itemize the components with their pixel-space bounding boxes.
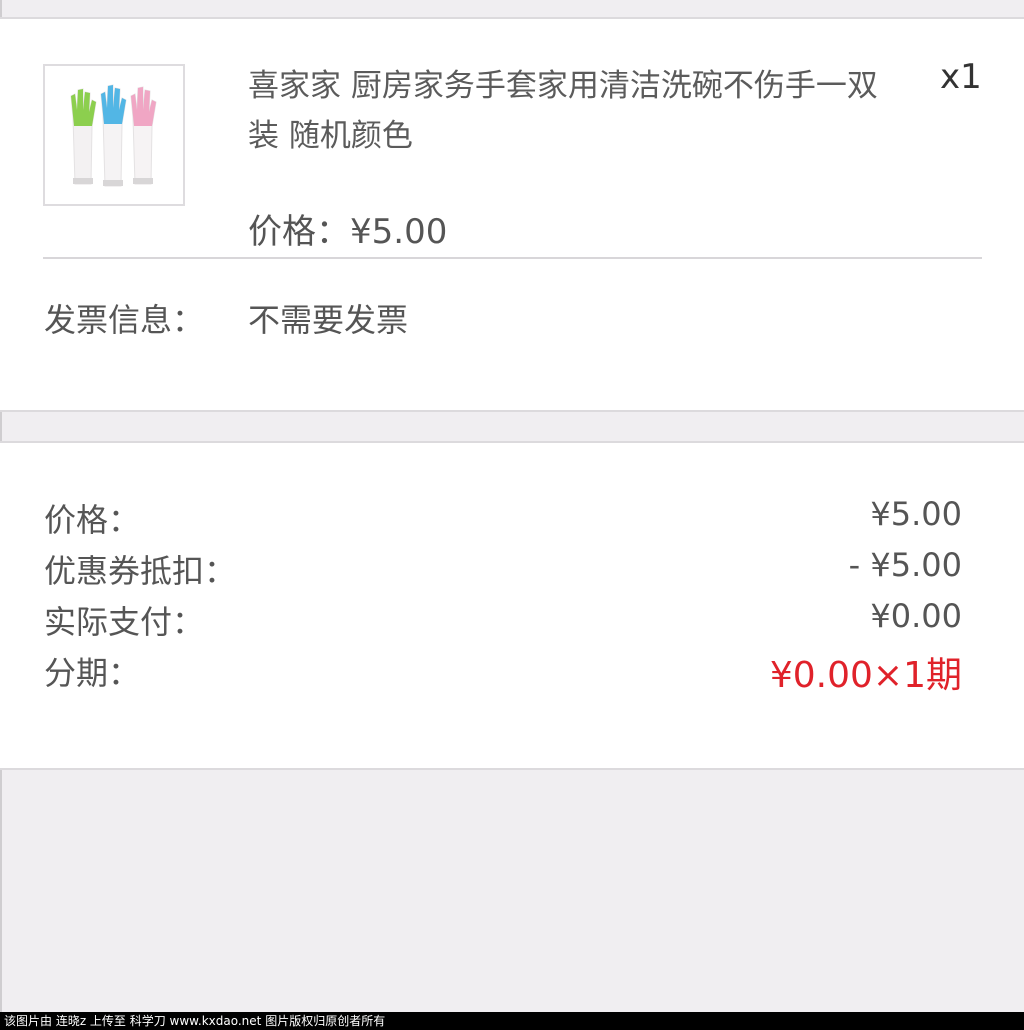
invoice-label: 发票信息： <box>44 301 205 339</box>
payment-summary-card: 价格： ¥5.00 优惠券抵扣： - ¥5.00 实际支付： ¥0.00 分期：… <box>0 441 1024 770</box>
summary-label: 分期： <box>44 654 141 692</box>
installment-value: ¥0.00×1期 <box>769 655 962 696</box>
summary-row-actual-payment: 实际支付： ¥0.00 <box>44 597 962 643</box>
divider <box>43 257 982 259</box>
summary-row-coupon: 优惠券抵扣： - ¥5.00 <box>44 546 962 592</box>
order-item-card: 喜家家 厨房家务手套家用清洁洗碗不伤手一双装 随机颜色 x1 价格：¥5.00 … <box>0 17 1024 412</box>
summary-row-price: 价格： ¥5.00 <box>44 495 962 541</box>
watermark-bar: 该图片由 连晓z 上传至 科学刀 www.kxdao.net 图片版权归原创者所… <box>0 1012 1024 1030</box>
rubber-gloves-image <box>45 66 183 204</box>
summary-label: 实际支付： <box>44 603 205 641</box>
product-price: 价格：¥5.00 <box>248 204 447 253</box>
product-price-value: ¥5.00 <box>350 212 448 252</box>
summary-row-installment: 分期： ¥0.00×1期 <box>44 648 962 696</box>
summary-label: 优惠券抵扣： <box>44 552 237 590</box>
summary-label: 价格： <box>44 501 141 539</box>
product-thumbnail[interactable] <box>43 64 185 206</box>
summary-value: - ¥5.00 <box>848 546 962 584</box>
invoice-value[interactable]: 不需要发票 <box>248 295 408 341</box>
product-title[interactable]: 喜家家 厨房家务手套家用清洁洗碗不伤手一双装 随机颜色 <box>248 61 888 161</box>
product-quantity: x1 <box>940 57 982 97</box>
product-price-label: 价格： <box>248 212 350 252</box>
summary-value: ¥0.00 <box>870 597 962 635</box>
summary-value: ¥5.00 <box>870 495 962 533</box>
